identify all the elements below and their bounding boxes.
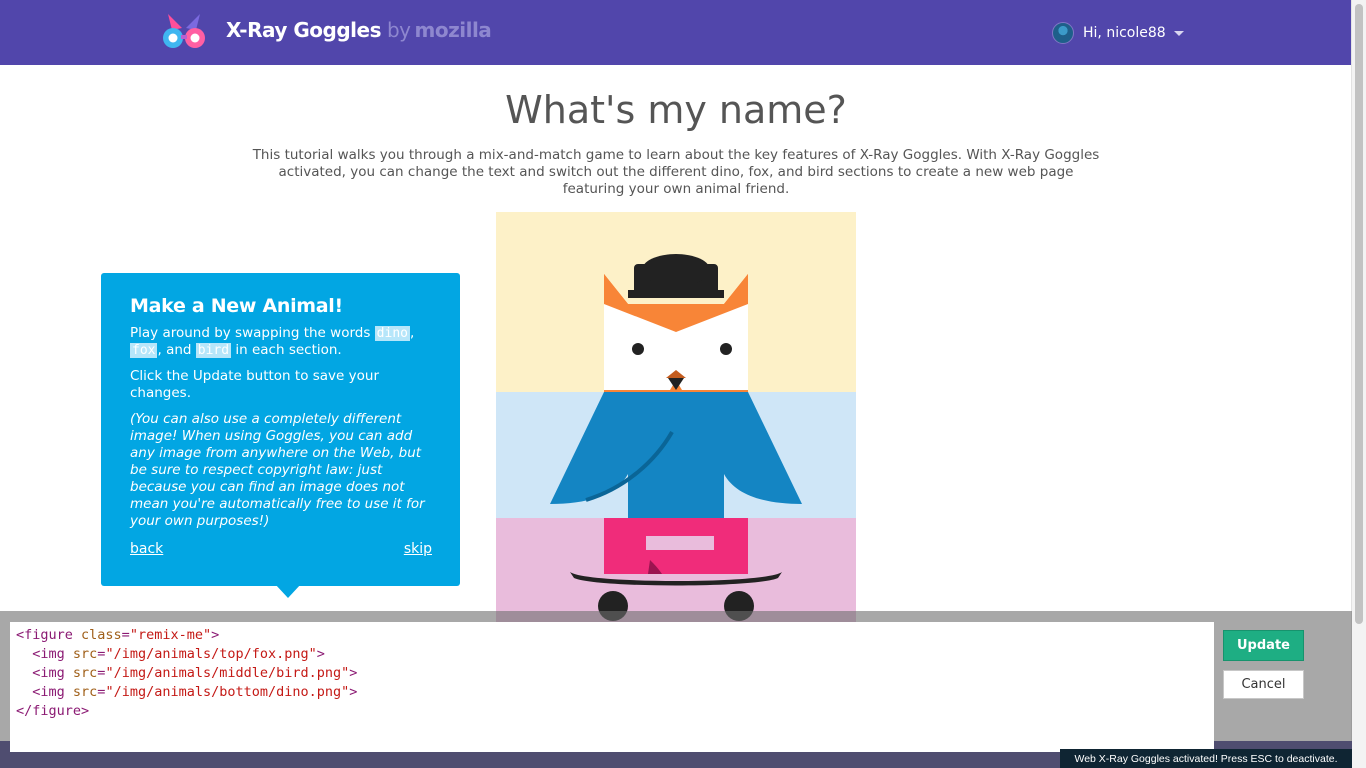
code-attr: src	[72, 684, 98, 700]
code-tag-close: >	[316, 646, 325, 662]
html-code-editor[interactable]: <figure class="remix-me"> <img src="/img…	[10, 622, 1214, 752]
user-greeting: Hi, nicole88	[1083, 25, 1166, 41]
code-value: "/img/animals/top/fox.png"	[105, 646, 317, 662]
tutorial-instructions: Play around by swapping the words dino , …	[130, 325, 432, 359]
brand-title[interactable]: X-Ray Goggles by mozilla	[226, 18, 492, 42]
code-tag: <img	[16, 684, 73, 700]
vendor-name: mozilla	[414, 18, 492, 42]
brand-by: by	[386, 18, 411, 42]
code-attr: src	[72, 646, 98, 662]
code-tag: <img	[16, 646, 73, 662]
page-title: What's my name?	[505, 88, 847, 132]
chevron-down-icon	[1173, 30, 1184, 36]
code-attr: src	[72, 665, 98, 681]
scrollbar-thumb[interactable]	[1355, 4, 1363, 624]
keyword-fox: fox	[130, 343, 158, 358]
animal-illustration	[496, 212, 856, 622]
code-tag: <img	[16, 665, 73, 681]
dino-bottom-section	[496, 518, 856, 622]
code-tag: <figure	[16, 627, 82, 643]
code-value: "/img/animals/bottom/dino.png"	[105, 684, 350, 700]
code-eq: =	[121, 627, 130, 643]
tutorial-heading: Make a New Animal!	[130, 295, 343, 317]
keyword-dino: dino	[374, 326, 410, 341]
code-value: "remix-me"	[129, 627, 212, 643]
instruction-text: Play around by swapping the words	[130, 325, 375, 341]
code-tag-close: >	[211, 627, 220, 643]
update-button[interactable]: Update	[1223, 630, 1304, 661]
skip-link[interactable]: skip	[404, 541, 432, 557]
tutorial-card-pointer	[275, 584, 301, 598]
instruction-comma: ,	[409, 325, 415, 341]
code-tag-end: </figure>	[16, 703, 90, 719]
page-scrollbar[interactable]	[1351, 0, 1366, 768]
bird-middle-section	[496, 392, 856, 518]
goggles-logo-icon[interactable]	[160, 12, 208, 50]
instruction-and: , and	[157, 342, 196, 358]
back-link[interactable]: back	[130, 541, 163, 557]
goggles-status-bar: Web X-Ray Goggles activated! Press ESC t…	[1060, 749, 1352, 768]
tutorial-nav: back skip	[130, 541, 432, 557]
user-avatar-icon	[1052, 22, 1074, 44]
user-menu[interactable]: Hi, nicole88	[1052, 21, 1184, 45]
instruction-suffix: in each section.	[231, 342, 342, 358]
fox-top-section	[496, 212, 856, 394]
code-value: "/img/animals/middle/bird.png"	[105, 665, 350, 681]
code-attr: class	[81, 627, 122, 643]
top-navbar: X-Ray Goggles by mozilla Hi, nicole88	[0, 0, 1366, 65]
keyword-bird: bird	[195, 343, 232, 358]
brand-name: X-Ray Goggles	[226, 18, 381, 42]
intro-text: This tutorial walks you through a mix-an…	[252, 147, 1100, 197]
tutorial-note: (You can also use a completely different…	[130, 411, 425, 529]
cancel-button[interactable]: Cancel	[1223, 670, 1304, 699]
tutorial-update-hint: Click the Update button to save your cha…	[130, 368, 379, 401]
tutorial-card: Make a New Animal! Play around by swappi…	[101, 273, 460, 586]
code-tag-close: >	[349, 665, 358, 681]
code-tag-close: >	[349, 684, 358, 700]
